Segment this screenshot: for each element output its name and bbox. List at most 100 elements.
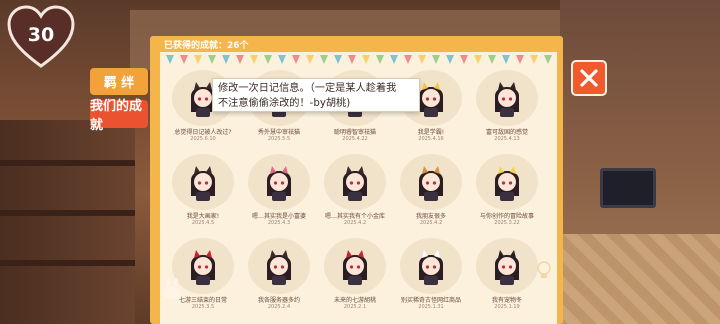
tab-bond[interactable]: 羁 绊 [90,68,148,95]
achievement-tooltip: 修改一次日记信息。（一定是某人趁着我 不注意偷偷涂改的！-by胡桃) [212,78,420,112]
achievement-title: 嗯…其实我是小富婆 [251,213,306,220]
achievement-title: 我朋友很多 [415,213,446,220]
bunting-flag [530,55,538,64]
bunting-flag [250,55,258,64]
chibi-character-icon [343,166,367,201]
background-rug [540,234,720,324]
achievement-date: 2025.4.5 [191,220,215,226]
close-x-icon [580,69,598,87]
chibi-character-icon [343,250,367,285]
achievement-portrait [248,154,310,210]
bunting-flag [362,55,370,64]
achievement-card[interactable]: 富可敌国的感觉 2025.4.13 [474,70,540,142]
achievement-date: 2025.5.5 [267,136,291,142]
achievement-title: 我有宠物冬 [491,297,522,304]
bunting-flag [544,55,552,64]
tab-achievements[interactable]: 我们的成就 [90,99,148,133]
bunting-flag [166,55,174,64]
achievement-card[interactable]: 我是大画家! 2025.4.5 [170,154,236,226]
chibi-character-icon [495,166,519,201]
bunny-icon [163,278,181,299]
achievement-card[interactable]: 未来的七游胡桃 2025.2.1 [322,238,388,310]
achievement-portrait [476,238,538,294]
bunting-flag [488,55,496,64]
achievement-date: 2025.3.5 [191,304,215,310]
achievement-title: 我是学霸! [417,129,445,136]
bunting-flag [418,55,426,64]
achievement-card[interactable]: 我朋友很多 2025.4.2 [398,154,464,226]
achievement-title: 我是大画家! [186,213,220,220]
tooltip-text-line2: 不注意偷偷涂改的！-by胡桃) [218,98,351,109]
bunting-flag [306,55,314,64]
achievement-card[interactable]: 与你创作的冒险故事 2025.3.22 [474,154,540,226]
achievement-title: 富可敌国的感觉 [485,129,528,136]
achievement-date: 2025.4.3 [267,220,291,226]
achievement-title: 未来的七游胡桃 [333,297,376,304]
affection-level: 30 [27,24,55,46]
bunting-flag [334,55,342,64]
achievement-title: 嗯…其实我有个小金库 [324,213,385,220]
achievement-card[interactable]: 嗯…其实我有个小金库 2025.4.2 [322,154,388,226]
achievement-portrait [324,154,386,210]
achievement-date: 2025.4.22 [342,136,368,142]
background-shelf [0,120,135,324]
achievement-title: 别买稀奇古怪网红商品 [400,297,461,304]
chibi-character-icon [419,250,443,285]
background-tv [600,168,656,208]
bunting-flag [460,55,468,64]
bunting-flag [320,55,328,64]
close-button[interactable] [571,60,607,96]
chibi-character-icon [495,250,519,285]
bunting-flag [208,55,216,64]
chibi-character-icon [419,166,443,201]
achievement-portrait [248,238,310,294]
bunting-flag [446,55,454,64]
achievement-portrait [172,154,234,210]
achievement-portrait [476,154,538,210]
bunting-flag [432,55,440,64]
achievement-date: 2025.2.4 [267,304,291,310]
achievement-title: 秀外慧中审祛猫 [257,129,300,136]
bunting-decoration [160,55,557,65]
achievement-title: 聪明睿智审祛猫 [333,129,376,136]
bunting-flag [236,55,244,64]
achievement-date: 2025.1.31 [418,304,444,310]
bunting-flag [516,55,524,64]
achievement-title: 总觉得日记被人改过? [174,129,232,136]
tooltip-text-line1: 修改一次日记信息。（一定是某人趁着我 [218,83,397,94]
achievement-card[interactable]: 嗯…其实我是小富婆 2025.4.3 [246,154,312,226]
bunting-flag [376,55,384,64]
achievement-portrait [400,154,462,210]
bunting-flag [404,55,412,64]
achievement-date: 2025.3.22 [494,220,520,226]
achievement-card[interactable]: 我各服务器多约 2025.2.4 [246,238,312,310]
chibi-character-icon [267,250,291,285]
bunting-flag [180,55,188,64]
bunting-flag [278,55,286,64]
chibi-character-icon [191,250,215,285]
bunting-flag [292,55,300,64]
achievement-date: 2025.4.13 [494,136,520,142]
achievement-card[interactable]: 别买稀奇古怪网红商品 2025.1.31 [398,238,464,310]
lightbulb-icon [537,261,551,278]
bunting-flag [222,55,230,64]
achievement-date: 2025.4.16 [418,136,444,142]
achievement-date: 2025.4.2 [343,220,367,226]
bunting-flag [502,55,510,64]
achievement-date: 2025.1.19 [494,304,520,310]
achievement-card[interactable]: 我有宠物冬 2025.1.19 [474,238,540,310]
achievement-date: 2025.4.2 [419,220,443,226]
achievement-title: 我各服务器多约 [257,297,300,304]
chibi-character-icon [191,166,215,201]
chibi-character-icon [267,166,291,201]
bunting-flag [348,55,356,64]
achievement-title: 与你创作的冒险故事 [479,213,534,220]
bunting-flag [390,55,398,64]
affection-heart: 30 [6,4,76,70]
achievement-portrait [476,70,538,126]
bunting-flag [194,55,202,64]
bunting-flag [264,55,272,64]
bunting-flag [474,55,482,64]
achievement-portrait [400,238,462,294]
achievement-date: 2025.2.1 [343,304,367,310]
